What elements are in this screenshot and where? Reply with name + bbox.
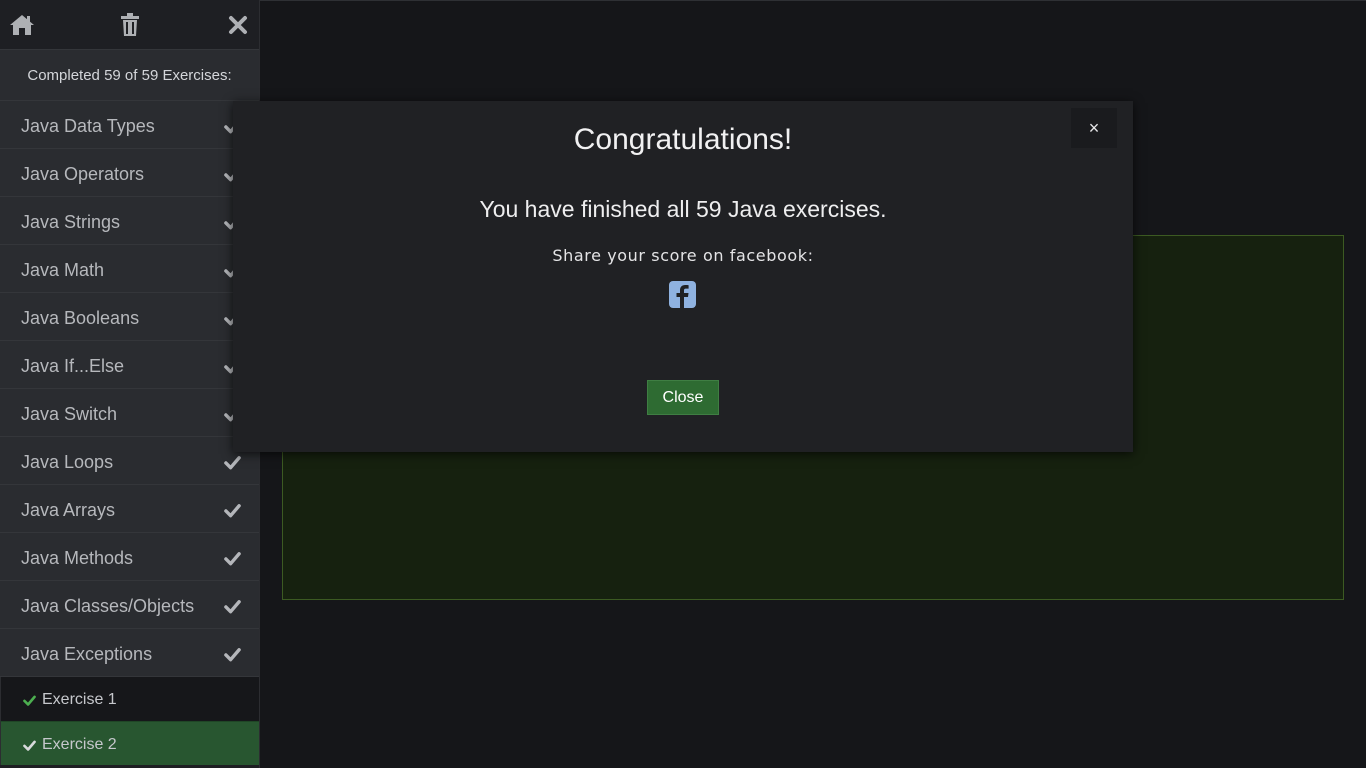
- checkmark-icon: [224, 504, 241, 518]
- sidebar-category-item[interactable]: Java Arrays: [0, 485, 259, 533]
- sidebar-toolbar: [0, 0, 259, 49]
- sidebar-category-label: Java Arrays: [21, 500, 116, 520]
- category-complete-indicator: [224, 598, 241, 620]
- exercise-item[interactable]: Exercise 1: [0, 677, 259, 721]
- sidebar-category-item[interactable]: Java Loops: [0, 437, 259, 485]
- category-complete-indicator: [224, 550, 241, 572]
- sidebar-category-label: Java Switch: [21, 404, 118, 424]
- close-icon: [229, 16, 247, 34]
- sidebar-category-item[interactable]: Java If...Else: [0, 341, 259, 389]
- sidebar-category-label: Java Exceptions: [21, 644, 153, 664]
- sidebar-category-label: Java Math: [21, 260, 105, 280]
- category-list: Java Data Types Java Operators Java String…: [0, 101, 259, 677]
- sidebar-category-item[interactable]: Java Exceptions: [0, 629, 259, 677]
- reset-button[interactable]: [115, 10, 145, 40]
- sidebar-category-item[interactable]: Java Switch: [0, 389, 259, 437]
- exercise-complete-indicator: [23, 694, 36, 712]
- sidebar-category-label: Java Classes/Objects: [21, 596, 195, 616]
- trash-icon: [121, 13, 139, 36]
- share-text: Share your score on facebook:: [552, 246, 814, 265]
- checkmark-icon: [23, 740, 36, 751]
- sidebar-category-item[interactable]: Java Operators: [0, 149, 259, 197]
- facebook-share-button[interactable]: [669, 281, 696, 313]
- exercise-label: Exercise 2: [42, 736, 117, 753]
- checkmark-icon: [224, 552, 241, 566]
- sidebar-category-label: Java Strings: [21, 212, 121, 232]
- home-button[interactable]: [7, 10, 37, 40]
- checkmark-icon: [224, 456, 241, 470]
- sidebar-category-label: Java Operators: [21, 164, 145, 184]
- sidebar-category-item[interactable]: Java Classes/Objects: [0, 581, 259, 629]
- app-root: Completed 59 of 59 Exercises: Java Data …: [0, 0, 1366, 768]
- modal-message: You have finished all 59 Java exercises.: [479, 196, 887, 222]
- sidebar-category-label: Java Data Types: [21, 116, 155, 136]
- progress-summary: Completed 59 of 59 Exercises:: [0, 49, 259, 101]
- sidebar-category-item[interactable]: Java Data Types: [0, 101, 259, 149]
- exercise-label: Exercise 1: [42, 691, 117, 708]
- modal-title: Congratulations!: [573, 123, 793, 156]
- congratulations-modal: × Congratulations! You have finished all…: [233, 101, 1133, 452]
- sidebar-category-item[interactable]: Java Math: [0, 245, 259, 293]
- exercise-item[interactable]: Exercise 2: [0, 721, 259, 765]
- checkmark-icon: [224, 648, 241, 662]
- category-complete-indicator: [224, 454, 241, 476]
- sidebar-category-label: Java Methods: [21, 548, 134, 568]
- sidebar-category-item[interactable]: Java Methods: [0, 533, 259, 581]
- category-complete-indicator: [224, 646, 241, 668]
- sidebar-category-label: Java Booleans: [21, 308, 140, 328]
- divider: [260, 0, 1366, 1]
- close-button[interactable]: Close: [647, 380, 719, 415]
- sidebar-category-label: Java If...Else: [21, 356, 125, 376]
- sidebar-category-label: Java Loops: [21, 452, 114, 472]
- checkmark-icon: [224, 600, 241, 614]
- exercise-complete-indicator: [23, 739, 36, 757]
- home-icon: [10, 15, 34, 35]
- sidebar-category-item[interactable]: Java Booleans: [0, 293, 259, 341]
- checkmark-icon: [23, 695, 36, 706]
- exercise-list: Exercise 1 Exercise 2: [0, 677, 259, 765]
- close-sidebar-button[interactable]: [223, 10, 253, 40]
- facebook-icon: [669, 281, 696, 308]
- category-complete-indicator: [224, 502, 241, 524]
- sidebar: Completed 59 of 59 Exercises: Java Data …: [0, 0, 260, 768]
- sidebar-category-item[interactable]: Java Strings: [0, 197, 259, 245]
